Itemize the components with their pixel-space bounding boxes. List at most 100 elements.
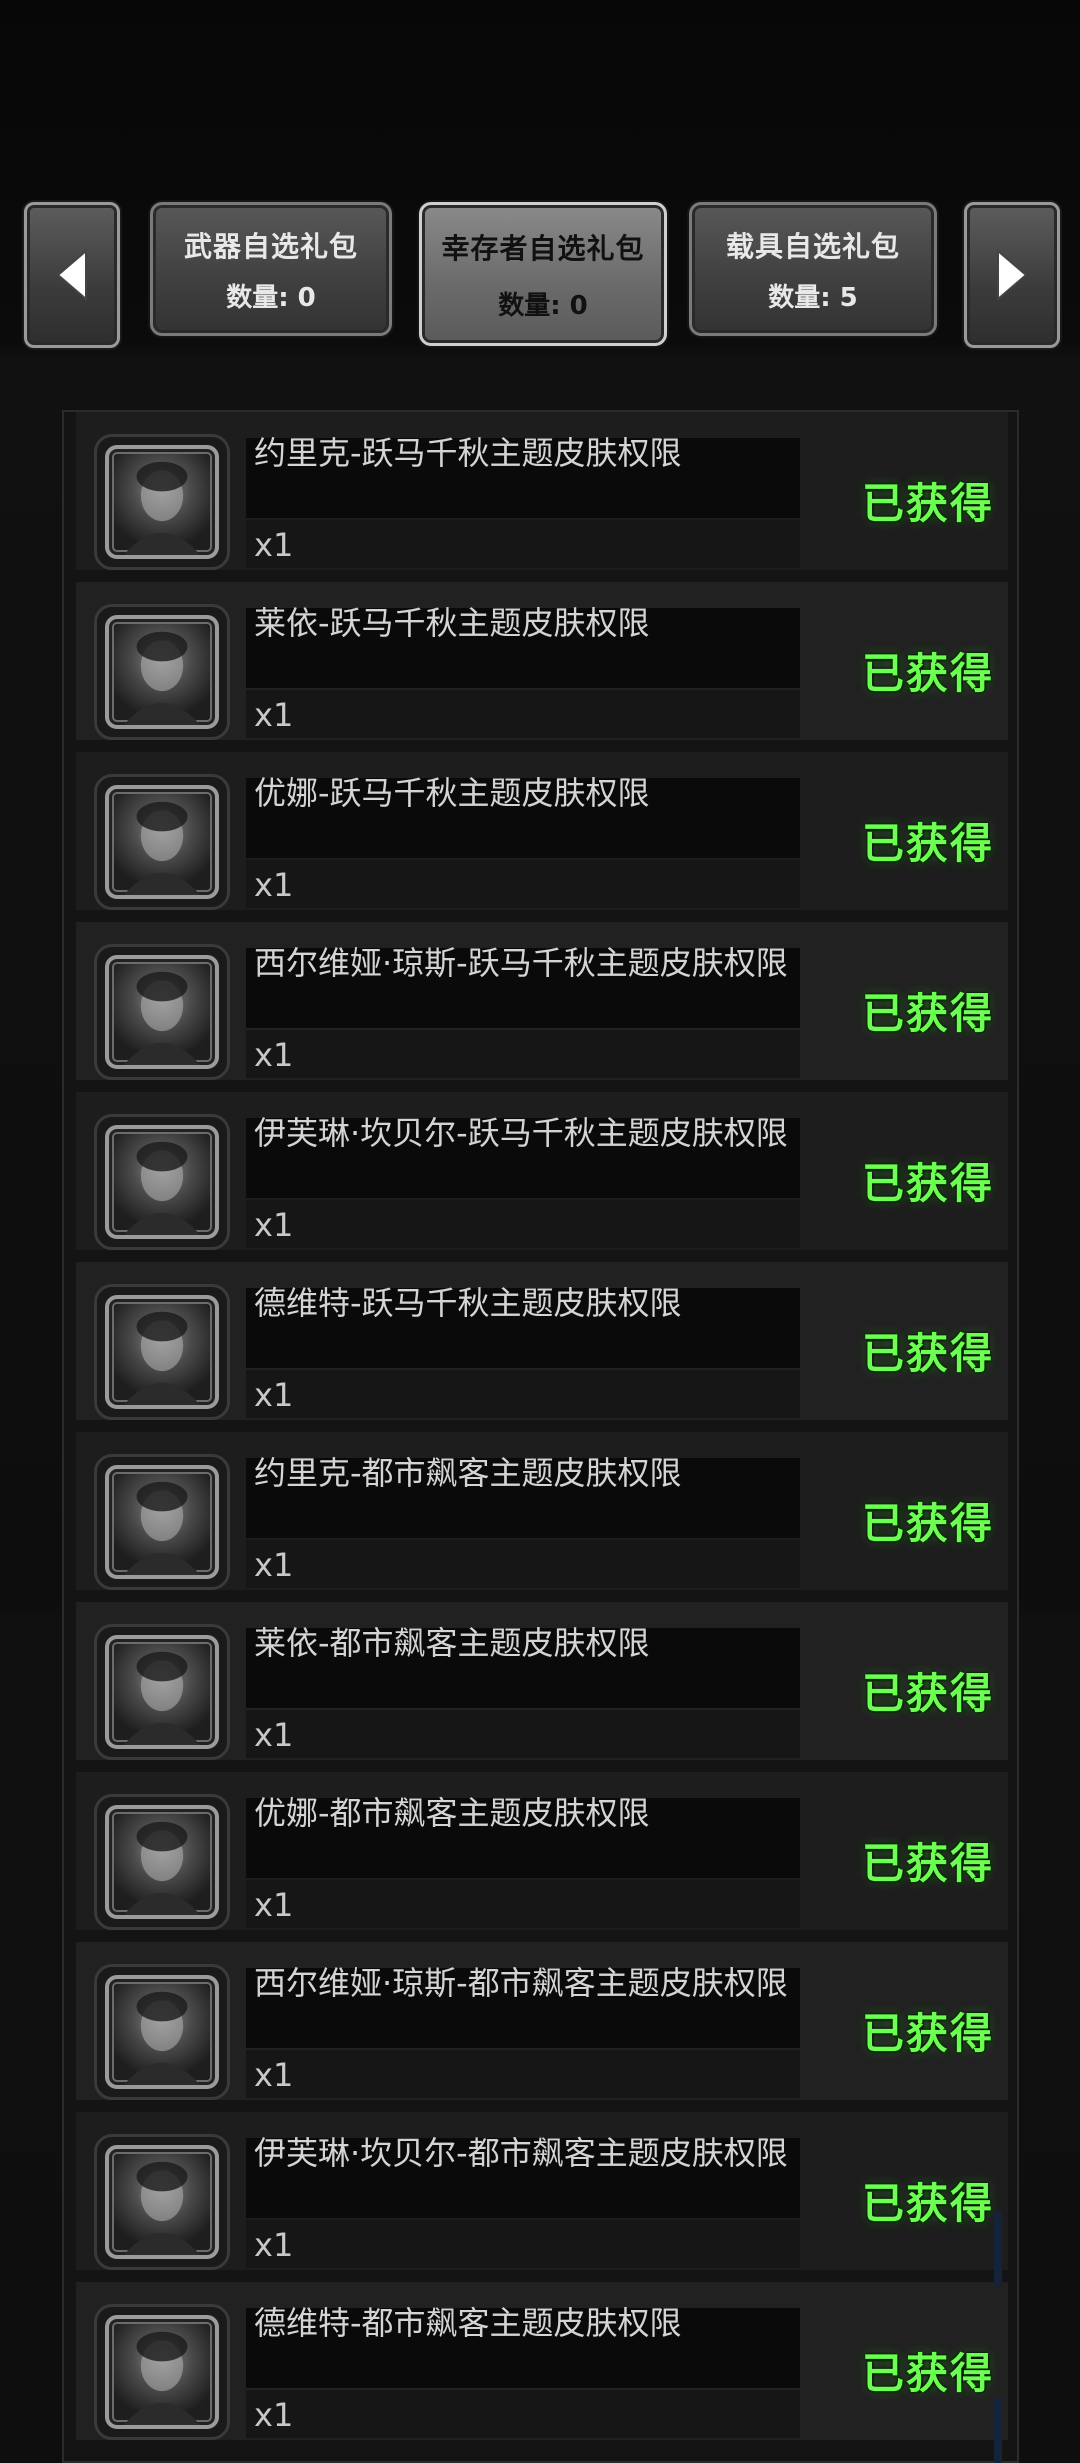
- avatar-frame: [94, 604, 230, 740]
- tab-vehicle-pack[interactable]: 载具自选礼包 数量: 5: [689, 202, 937, 336]
- item-quantity: x1: [254, 1206, 294, 1244]
- item-quantity: x1: [254, 2056, 294, 2094]
- tab-vehicle-count: 数量: 5: [768, 282, 858, 313]
- list-item[interactable]: 德维特-都市飙客主题皮肤权限 x1 已获得: [76, 2282, 1008, 2440]
- item-name: 优娜-都市飙客主题皮肤权限: [254, 1794, 650, 1832]
- list-item[interactable]: 约里克-跃马千秋主题皮肤权限 x1 已获得: [76, 412, 1008, 570]
- item-quantity-background: [246, 1540, 800, 1588]
- obtained-status-label: 已获得: [861, 819, 994, 868]
- obtained-status-label: 已获得: [861, 2179, 994, 2228]
- scrollbar-thumb[interactable]: [994, 2212, 1002, 2286]
- item-name: 约里克-都市飙客主题皮肤权限: [254, 1454, 682, 1492]
- biker-visor-portrait-icon: [123, 1821, 201, 1915]
- obtained-status-label: 已获得: [861, 479, 994, 528]
- item-quantity-background: [246, 1370, 800, 1418]
- avatar-frame: [94, 944, 230, 1080]
- obtained-status-label: 已获得: [861, 1159, 994, 1208]
- obtained-status-label: 已获得: [861, 1329, 994, 1378]
- list-item[interactable]: 伊芙琳·坎贝尔-跃马千秋主题皮肤权限 x1 已获得: [76, 1092, 1008, 1250]
- biker-hood-portrait-icon: [123, 1651, 201, 1745]
- list-item[interactable]: 伊芙琳·坎贝尔-都市飙客主题皮肤权限 x1 已获得: [76, 2112, 1008, 2270]
- item-name: 伊芙琳·坎贝尔-都市飙客主题皮肤权限: [254, 2134, 788, 2172]
- item-quantity: x1: [254, 1886, 294, 1924]
- biker-mask-portrait-icon: [123, 1991, 201, 2085]
- woman-long-hair-portrait-icon: [123, 801, 201, 895]
- item-quantity-background: [246, 2050, 800, 2098]
- item-quantity-background: [246, 860, 800, 908]
- obtained-status-label: 已获得: [861, 2349, 994, 2398]
- scrollbar-track-end: [994, 2398, 1002, 2463]
- item-quantity-background: [246, 1200, 800, 1248]
- item-quantity-background: [246, 1880, 800, 1928]
- item-quantity-background: [246, 1710, 800, 1758]
- next-category-button[interactable]: [964, 202, 1060, 348]
- obtained-status-label: 已获得: [861, 1669, 994, 1718]
- man-straw-hat-portrait-icon: [123, 461, 201, 555]
- list-item[interactable]: 德维特-跃马千秋主题皮肤权限 x1 已获得: [76, 1262, 1008, 1420]
- list-item[interactable]: 约里克-都市飙客主题皮肤权限 x1 已获得: [76, 1432, 1008, 1590]
- avatar-frame: [94, 1454, 230, 1590]
- item-quantity: x1: [254, 2226, 294, 2264]
- tab-weapon-title: 武器自选礼包: [183, 229, 358, 263]
- woman-hat-portrait-icon: [123, 971, 201, 1065]
- avatar-frame: [94, 2304, 230, 2440]
- tab-weapon-count: 数量: 0: [226, 282, 316, 313]
- obtained-status-label: 已获得: [861, 989, 994, 1038]
- tab-vehicle-title: 载具自选礼包: [725, 229, 900, 263]
- reward-list[interactable]: 约里克-跃马千秋主题皮肤权限 x1 已获得 莱依-跃马千秋主题皮肤权限 x1 已获得 优娜-…: [62, 410, 1019, 2463]
- tab-survivor-pack[interactable]: 幸存者自选礼包 数量: 0: [419, 202, 667, 346]
- list-item[interactable]: 西尔维娅·琼斯-跃马千秋主题皮肤权限 x1 已获得: [76, 922, 1008, 1080]
- list-item[interactable]: 莱依-都市飙客主题皮肤权限 x1 已获得: [76, 1602, 1008, 1760]
- obtained-status-label: 已获得: [861, 1499, 994, 1548]
- item-quantity: x1: [254, 1376, 294, 1414]
- woman-scarf-portrait-icon: [123, 1141, 201, 1235]
- item-quantity: x1: [254, 2396, 294, 2434]
- item-quantity-background: [246, 2390, 800, 2438]
- arrow-left-icon: [56, 248, 87, 302]
- item-name: 西尔维娅·琼斯-都市飙客主题皮肤权限: [254, 1964, 788, 2002]
- avatar-frame: [94, 1964, 230, 2100]
- item-quantity: x1: [254, 1036, 294, 1074]
- biker-fullface-helmet-portrait-icon: [123, 2161, 201, 2255]
- item-quantity-background: [246, 690, 800, 738]
- avatar-frame: [94, 774, 230, 910]
- list-item[interactable]: 优娜-都市飙客主题皮肤权限 x1 已获得: [76, 1772, 1008, 1930]
- item-quantity: x1: [254, 696, 294, 734]
- item-name: 德维特-跃马千秋主题皮肤权限: [254, 1284, 682, 1322]
- item-name: 优娜-跃马千秋主题皮肤权限: [254, 774, 650, 812]
- obtained-status-label: 已获得: [861, 649, 994, 698]
- biker-helmet-portrait-icon: [123, 1481, 201, 1575]
- list-item[interactable]: 莱依-跃马千秋主题皮肤权限 x1 已获得: [76, 582, 1008, 740]
- man-headband-portrait-icon: [123, 631, 201, 725]
- avatar-frame: [94, 434, 230, 570]
- tab-survivor-count: 数量: 0: [498, 290, 588, 321]
- man-short-hair-portrait-icon: [123, 1311, 201, 1405]
- item-name: 莱依-都市飙客主题皮肤权限: [254, 1624, 650, 1662]
- item-quantity: x1: [254, 1716, 294, 1754]
- item-quantity: x1: [254, 866, 294, 904]
- item-quantity-background: [246, 520, 800, 568]
- list-item[interactable]: 西尔维娅·琼斯-都市飙客主题皮肤权限 x1 已获得: [76, 1942, 1008, 2100]
- tab-weapon-pack[interactable]: 武器自选礼包 数量: 0: [150, 202, 392, 336]
- obtained-status-label: 已获得: [861, 1839, 994, 1888]
- category-tab-bar: 武器自选礼包 数量: 0 幸存者自选礼包 数量: 0 载具自选礼包 数量: 5: [0, 0, 1080, 360]
- item-quantity-background: [246, 2220, 800, 2268]
- avatar-frame: [94, 2134, 230, 2270]
- previous-category-button[interactable]: [24, 202, 120, 348]
- item-name: 西尔维娅·琼斯-跃马千秋主题皮肤权限: [254, 944, 788, 982]
- biker-goggles-portrait-icon: [123, 2331, 201, 2425]
- item-quantity-background: [246, 1030, 800, 1078]
- item-quantity: x1: [254, 526, 294, 564]
- item-name: 约里克-跃马千秋主题皮肤权限: [254, 434, 682, 472]
- avatar-frame: [94, 1794, 230, 1930]
- tab-survivor-title: 幸存者自选礼包: [441, 231, 645, 265]
- item-name: 德维特-都市飙客主题皮肤权限: [254, 2304, 682, 2342]
- list-item[interactable]: 优娜-跃马千秋主题皮肤权限 x1 已获得: [76, 752, 1008, 910]
- obtained-status-label: 已获得: [861, 2009, 994, 2058]
- avatar-frame: [94, 1624, 230, 1760]
- avatar-frame: [94, 1284, 230, 1420]
- item-name: 莱依-跃马千秋主题皮肤权限: [254, 604, 650, 642]
- arrow-right-icon: [997, 248, 1028, 302]
- item-quantity: x1: [254, 1546, 294, 1584]
- avatar-frame: [94, 1114, 230, 1250]
